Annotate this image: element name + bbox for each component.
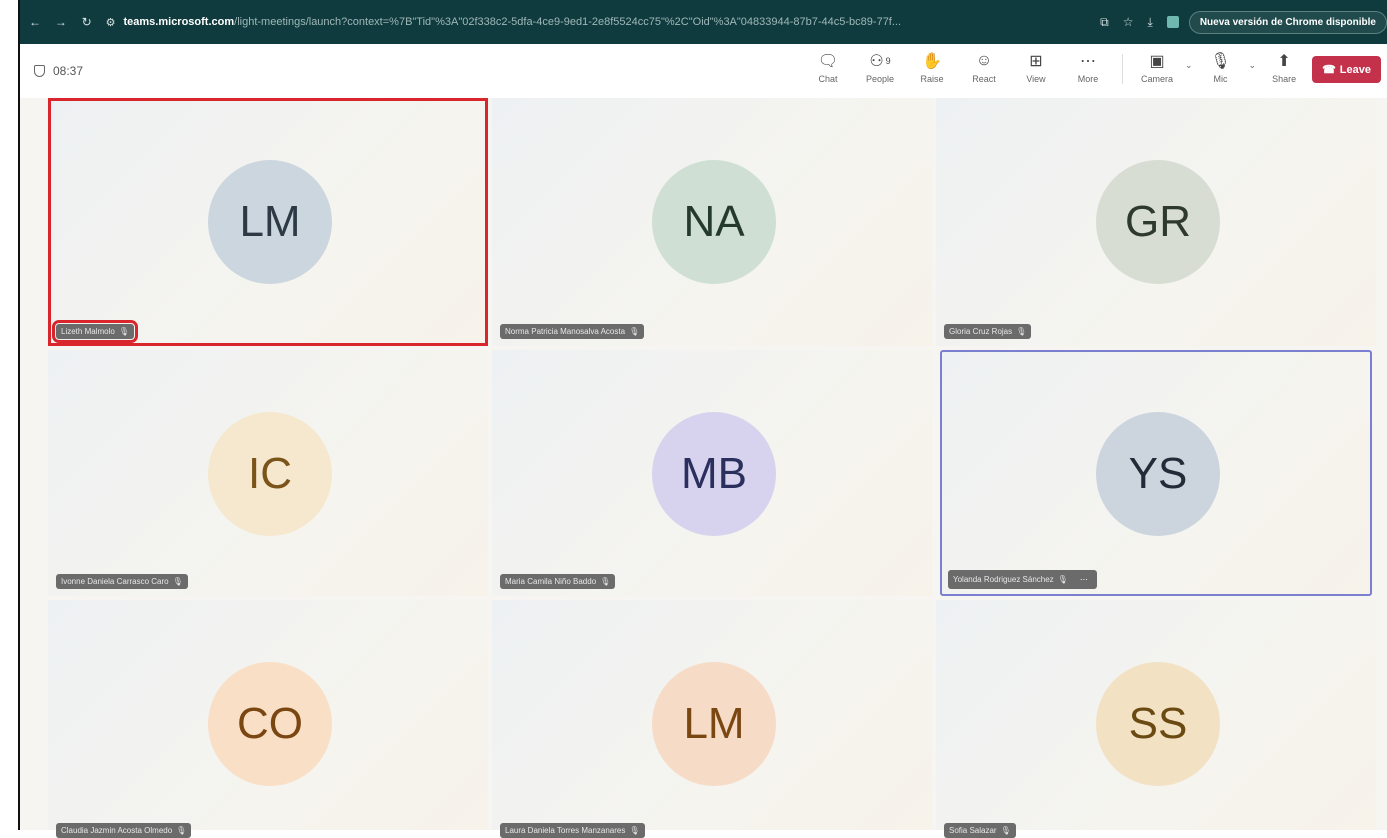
participant-name-tag: Claudia Jazmin Acosta Olmedo 🎙 <box>56 823 192 838</box>
reload-icon[interactable]: ↻ <box>76 11 98 33</box>
participant-tile[interactable]: LM Lizeth Malmolo 🎙 <box>48 98 488 346</box>
shield-icon <box>34 65 45 77</box>
mic-off-icon: 🎙 <box>1210 53 1231 70</box>
ellipsis-icon: ⋯ <box>1080 53 1096 70</box>
people-icon: ⚇ 9 <box>869 53 891 70</box>
avatar: LM <box>208 160 332 284</box>
avatar: SS <box>1096 662 1220 786</box>
mic-button[interactable]: 🎙 Mic <box>1197 50 1245 84</box>
leave-button[interactable]: ☎ Leave <box>1312 56 1381 83</box>
chat-button[interactable]: 🗨 Chat <box>804 50 852 84</box>
chat-icon: 🗨 <box>817 53 839 70</box>
participant-name-tag: Norma Patricia Manosalva Acosta 🎙 <box>500 324 645 339</box>
mic-muted-icon: 🎙 <box>176 826 187 835</box>
leave-label: Leave <box>1339 63 1371 76</box>
tile-more-options-icon[interactable]: ⋯ <box>1075 573 1092 586</box>
download-icon[interactable]: ⤓ <box>1148 15 1153 30</box>
participant-name-tag: Ivonne Daniela Carrasco Caro 🎙 <box>56 574 188 589</box>
camera-button[interactable]: ▣ Camera <box>1133 50 1181 84</box>
avatar: MB <box>652 412 776 536</box>
more-button[interactable]: ⋯ More <box>1064 50 1112 84</box>
raise-hand-button[interactable]: ✋ Raise <box>908 50 956 84</box>
left-margin <box>0 0 20 830</box>
forward-icon[interactable]: → <box>50 11 72 33</box>
screen: ← → ↻ ⚙ teams.microsoft.com /light-meeti… <box>0 0 1387 838</box>
participant-tile[interactable]: IC Ivonne Daniela Carrasco Caro 🎙 <box>48 350 488 596</box>
share-icon: ⬆ <box>1277 53 1291 70</box>
view-button[interactable]: ⊞ View <box>1012 50 1060 84</box>
address-bar[interactable]: ⚙ teams.microsoft.com /light-meetings/la… <box>106 9 1091 35</box>
avatar: IC <box>208 412 332 536</box>
participant-tile[interactable]: NA Norma Patricia Manosalva Acosta 🎙 <box>492 98 932 346</box>
mic-muted-icon: 🎙 <box>629 327 640 336</box>
hand-icon: ✋ <box>922 53 942 70</box>
mic-label: Mic <box>1213 74 1228 84</box>
meeting-header: 08:37 🗨 Chat ⚇ 9 People ✋ Raise ☺ React ⊞… <box>20 44 1387 98</box>
camera-label: Camera <box>1140 74 1173 84</box>
mic-muted-icon: 🎙 <box>600 577 611 586</box>
avatar: GR <box>1096 160 1220 284</box>
browser-toolbar: ← → ↻ ⚙ teams.microsoft.com /light-meeti… <box>20 0 1387 44</box>
video-gallery: LM Lizeth Malmolo 🎙 NA Norma Patricia Man… <box>20 98 1387 838</box>
meeting-timer: 08:37 <box>34 64 83 78</box>
people-button[interactable]: ⚇ 9 People <box>856 50 904 84</box>
chrome-update-button[interactable]: Nueva versión de Chrome disponible <box>1188 10 1387 34</box>
mic-muted-icon: 🎙 <box>629 826 640 835</box>
participant-tile[interactable]: GR Gloria Cruz Rojas 🎙 <box>936 98 1376 346</box>
grid-icon: ⊞ <box>1029 53 1043 70</box>
raise-label: Raise <box>920 74 944 84</box>
people-count: 9 <box>885 56 891 66</box>
meeting-controls: 🗨 Chat ⚇ 9 People ✋ Raise ☺ React ⊞ View … <box>804 50 1381 84</box>
camera-options-chevron-icon[interactable]: ⌄ <box>1185 60 1193 71</box>
mic-muted-icon: 🎙 <box>172 577 183 586</box>
participant-name-tag: Maria Camila Niño Baddo 🎙 <box>500 574 616 589</box>
toolbar-divider <box>1122 54 1123 84</box>
smiley-icon: ☺ <box>975 52 993 69</box>
mic-options-chevron-icon[interactable]: ⌄ <box>1249 60 1257 71</box>
chat-label: Chat <box>818 74 838 84</box>
back-icon[interactable]: ← <box>24 11 46 33</box>
avatar: CO <box>208 662 332 786</box>
people-label: People <box>865 74 895 84</box>
participant-name-tag: Gloria Cruz Rojas 🎙 <box>944 324 1032 339</box>
view-label: View <box>1026 74 1046 84</box>
participant-tile-active-speaker[interactable]: YS Yolanda Rodriguez Sánchez 🎙 ⋯ <box>940 350 1372 596</box>
avatar: YS <box>1096 412 1220 536</box>
share-button[interactable]: ⬆ Share <box>1260 50 1308 84</box>
camera-off-icon: ▣ <box>1149 53 1165 70</box>
participant-name-tag: Yolanda Rodriguez Sánchez 🎙 ⋯ <box>948 570 1097 589</box>
phone-hangup-icon: ☎ <box>1322 64 1336 76</box>
participant-tile[interactable]: SS Sofia Salazar 🎙 <box>936 600 1376 838</box>
participant-tile[interactable]: MB Maria Camila Niño Baddo 🎙 <box>492 350 932 596</box>
participant-tile[interactable]: CO Claudia Jazmin Acosta Olmedo 🎙 <box>48 600 488 838</box>
more-label: More <box>1077 74 1099 84</box>
participant-name-tag: Sofia Salazar 🎙 <box>944 823 1016 838</box>
url-path: /light-meetings/launch?context=%7B"Tid"%… <box>234 16 902 28</box>
mic-muted-icon: 🎙 <box>118 327 129 336</box>
avatar: LM <box>652 662 776 786</box>
site-info-icon[interactable]: ⚙ <box>106 16 116 29</box>
mic-muted-icon: 🎙 <box>1000 826 1011 835</box>
bookmark-star-icon[interactable]: ☆ <box>1123 15 1134 29</box>
participant-name-tag: Lizeth Malmolo 🎙 <box>52 320 138 343</box>
translate-icon[interactable]: ⧉ <box>1100 15 1109 30</box>
avatar: NA <box>652 160 776 284</box>
mic-muted-icon: 🎙 <box>1016 327 1027 336</box>
share-label: Share <box>1272 74 1297 84</box>
react-button[interactable]: ☺ React <box>960 50 1008 84</box>
mic-muted-icon: 🎙 <box>1057 575 1068 584</box>
extension-icon[interactable] <box>1166 16 1179 28</box>
participant-tile[interactable]: LM Laura Daniela Torres Manzanares 🎙 <box>492 600 932 838</box>
participant-name-tag: Laura Daniela Torres Manzanares 🎙 <box>500 823 645 838</box>
url-host: teams.microsoft.com <box>123 16 235 28</box>
timer-text: 08:37 <box>53 64 84 78</box>
react-label: React <box>972 74 996 84</box>
